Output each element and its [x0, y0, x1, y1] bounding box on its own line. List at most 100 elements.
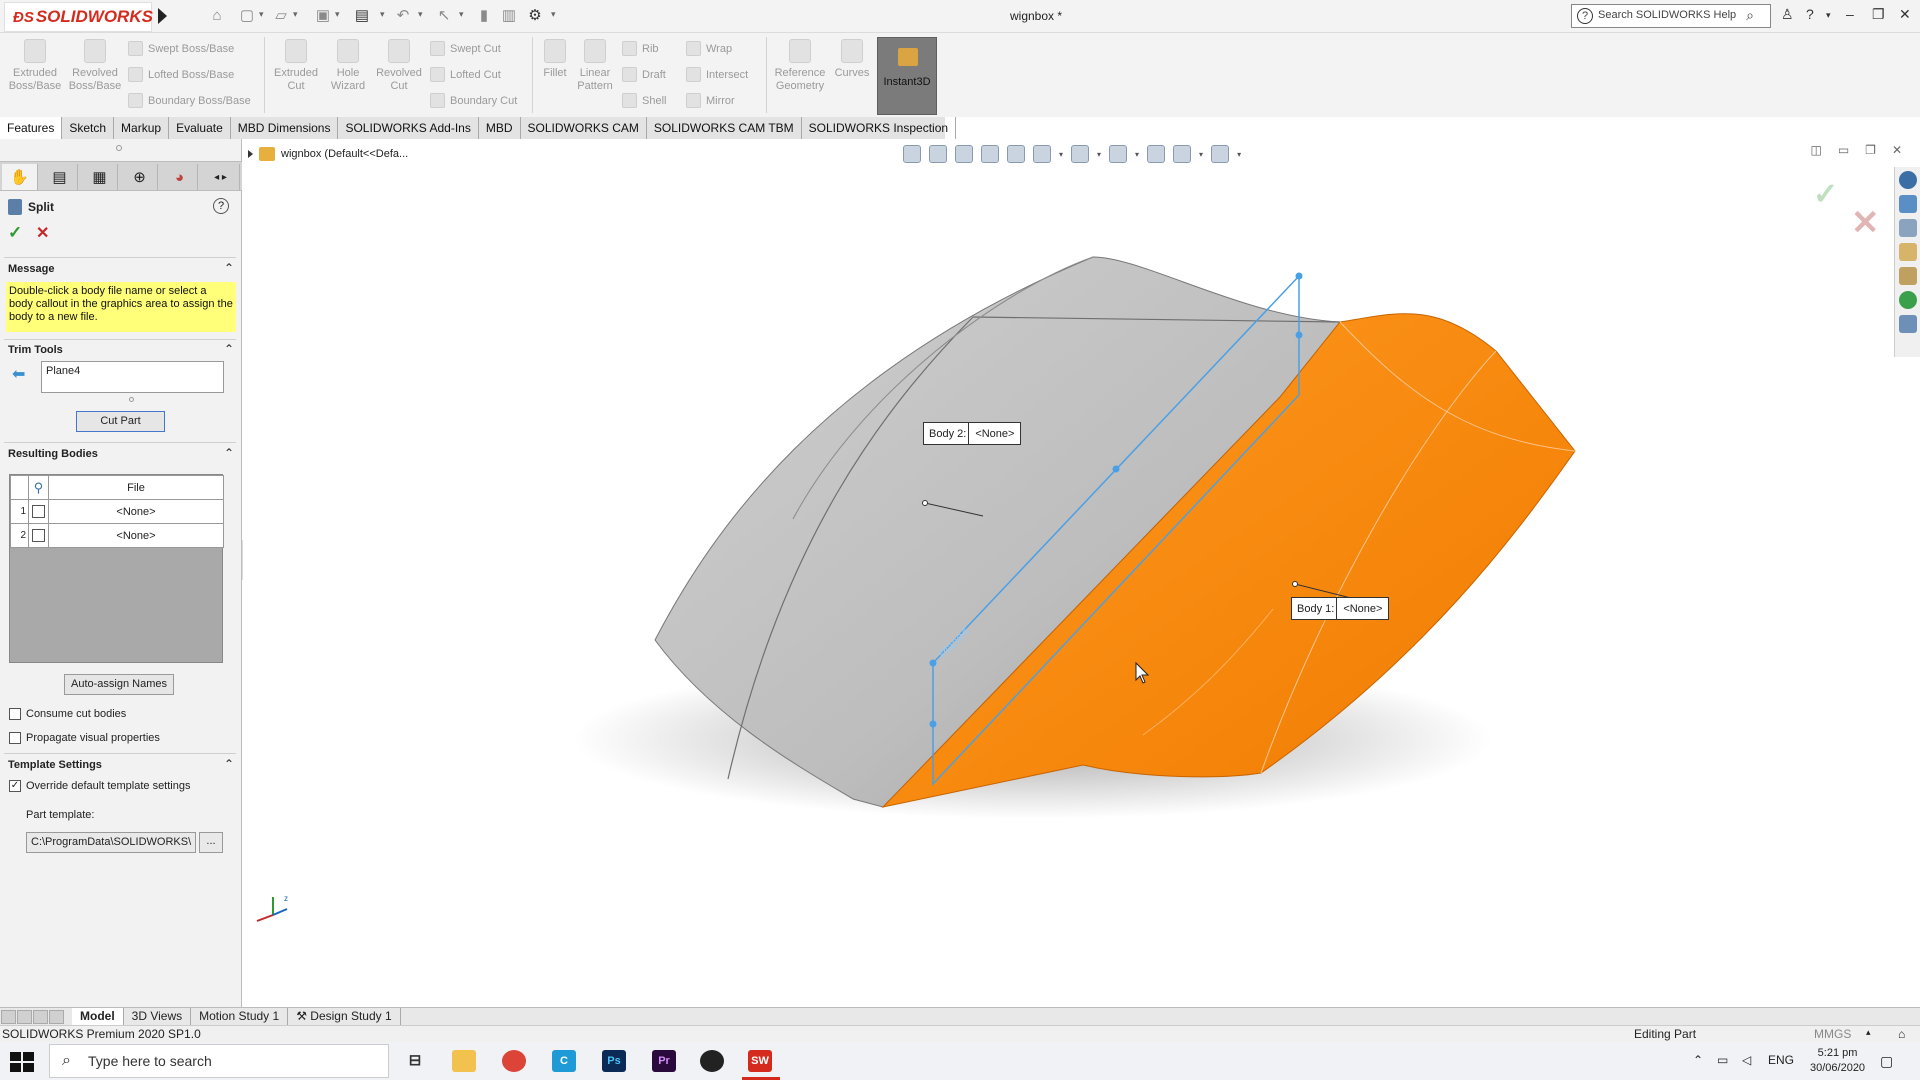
boundary-cut-button[interactable]: Boundary Cut — [430, 93, 517, 108]
reference-geometry-button[interactable]: Reference Geometry — [770, 39, 830, 93]
collapse-chevron-icon[interactable]: ⌃ — [224, 757, 234, 771]
model-graphics[interactable]: Plane4 — [243, 139, 1920, 1007]
extruded-boss-button[interactable]: Extruded Boss/Base — [8, 39, 62, 93]
tab-mbd[interactable]: MBD — [479, 117, 521, 139]
instant3d-button[interactable]: Instant3D — [877, 37, 937, 115]
new-document-icon[interactable]: ▢ — [238, 7, 256, 25]
file-properties-icon[interactable]: ▥ — [500, 7, 518, 25]
previous-view-icon[interactable] — [955, 145, 973, 163]
design-library-icon[interactable] — [1898, 195, 1917, 213]
open-folder-icon[interactable]: ▱ — [272, 7, 290, 25]
status-units[interactable]: MMGS — [1814, 1027, 1851, 1041]
plane-handle[interactable] — [1295, 272, 1303, 280]
tab-markup[interactable]: Markup — [114, 117, 170, 139]
volume-icon[interactable]: ◁ — [1742, 1053, 1751, 1067]
draft-button[interactable]: Draft — [622, 67, 666, 82]
listbox-resize-handle[interactable] — [129, 397, 134, 402]
resulting-bodies-section-header[interactable]: Resulting Bodies ⌃ — [8, 446, 234, 460]
revolved-cut-button[interactable]: Revolved Cut — [374, 39, 424, 93]
row-file-cell[interactable]: <None> — [48, 523, 224, 548]
zoom-to-fit-icon[interactable] — [903, 145, 921, 163]
next-tab-nav-icon[interactable] — [33, 1009, 48, 1024]
solidworks-logo[interactable]: ƉS SOLIDWORKS — [4, 2, 153, 32]
minimize-icon[interactable]: – — [1846, 6, 1854, 22]
close-icon[interactable]: ✕ — [1899, 6, 1911, 23]
chrome-icon[interactable] — [502, 1050, 526, 1072]
tab-solidworks-add-ins[interactable]: SOLIDWORKS Add-Ins — [338, 117, 479, 139]
tab-mbd-dimensions[interactable]: MBD Dimensions — [231, 117, 339, 139]
search-icon[interactable]: ⌕ — [1746, 7, 1754, 24]
graphics-area[interactable]: Plane4 wignbox (Default<<Defa... ▾ ▾ ▾ ▾… — [243, 139, 1920, 1007]
cancel-x-icon[interactable]: ✕ — [36, 223, 49, 243]
select-cursor-icon[interactable]: ↖ — [435, 7, 453, 25]
apply-scene-icon[interactable] — [1173, 145, 1192, 163]
solidworks-resources-icon[interactable] — [1898, 171, 1917, 189]
table-row[interactable]: 1 <None> — [10, 499, 224, 524]
hole-wizard-button[interactable]: Hole Wizard — [324, 39, 372, 93]
tray-overflow-icon[interactable]: ⌃ — [1693, 1053, 1703, 1067]
task-view-icon[interactable]: ⊟ — [403, 1050, 427, 1072]
viewport-restore-icon[interactable]: ❐ — [1865, 143, 1876, 157]
wrap-button[interactable]: Wrap — [686, 41, 732, 56]
select-all-bodies-icon[interactable]: ⚲ — [28, 475, 49, 500]
fillet-button[interactable]: Fillet — [538, 39, 572, 80]
propagate-visual-checkbox[interactable]: Propagate visual properties — [9, 732, 160, 744]
premiere-icon[interactable]: Pr — [652, 1050, 676, 1072]
mirror-button[interactable]: Mirror — [686, 93, 735, 108]
extruded-cut-button[interactable]: Extruded Cut — [270, 39, 322, 93]
tab-solidworks-cam-tbm[interactable]: SOLIDWORKS CAM TBM — [647, 117, 802, 139]
row-checkbox[interactable] — [28, 499, 49, 524]
c-app-icon[interactable]: C — [552, 1050, 576, 1072]
language-indicator[interactable]: ENG — [1768, 1053, 1794, 1067]
body-2-callout-value[interactable]: <None> — [969, 428, 1020, 440]
solidworks-forum-icon[interactable] — [1898, 315, 1917, 333]
last-tab-nav-icon[interactable] — [49, 1009, 64, 1024]
trim-tools-section-header[interactable]: Trim Tools ⌃ — [8, 342, 234, 356]
undo-dropdown-icon[interactable]: ▾ — [418, 9, 423, 20]
section-view-icon[interactable] — [981, 145, 999, 163]
cut-part-button[interactable]: Cut Part — [76, 411, 165, 432]
part-template-path-field[interactable]: C:\ProgramData\SOLIDWORKS\ — [26, 832, 196, 853]
linear-pattern-button[interactable]: Linear Pattern — [574, 39, 616, 93]
scene-dropdown-icon[interactable]: ▾ — [1199, 150, 1203, 159]
status-tooltip-icon[interactable]: ⌂ — [1898, 1027, 1905, 1041]
panel-grip-icon[interactable] — [116, 145, 122, 151]
featuremanager-tab-icon[interactable]: ✋ — [2, 164, 38, 190]
plane-handle[interactable] — [929, 720, 937, 728]
save-dropdown-icon[interactable]: ▾ — [335, 9, 340, 20]
solidworks-taskbar-icon[interactable]: SW — [748, 1050, 772, 1072]
view-settings-dropdown-icon[interactable]: ▾ — [1237, 150, 1241, 159]
row-file-cell[interactable]: <None> — [48, 499, 224, 524]
home-icon[interactable]: ⌂ — [208, 7, 226, 25]
body-2-callout[interactable]: Body 2: <None> — [923, 422, 1022, 445]
help-icon[interactable]: ? — [1806, 6, 1814, 22]
split-view-icon[interactable]: ◫ — [1810, 143, 1821, 157]
dynamic-annotation-icon[interactable] — [1007, 145, 1025, 163]
confirmation-ok-icon[interactable]: ✓ — [1813, 177, 1838, 212]
taskbar-search-input[interactable]: ⌕ Type here to search — [49, 1044, 389, 1078]
network-icon[interactable]: ▭ — [1717, 1053, 1728, 1067]
tab-scroll-arrows-icon[interactable]: ◂ ▸ — [202, 164, 240, 190]
options-gear-icon[interactable]: ⚙ — [526, 7, 544, 25]
zoom-to-area-icon[interactable] — [929, 145, 947, 163]
tab-features[interactable]: Features — [0, 117, 63, 139]
collapse-chevron-icon[interactable]: ⌃ — [224, 261, 234, 275]
file-explorer-icon[interactable] — [452, 1050, 476, 1072]
custom-properties-icon[interactable] — [1898, 291, 1917, 309]
lofted-cut-button[interactable]: Lofted Cut — [430, 67, 501, 82]
propertymanager-tab-icon[interactable]: ▤ — [42, 164, 78, 190]
display-style-icon[interactable] — [1071, 145, 1090, 163]
prev-tab-nav-icon[interactable] — [17, 1009, 32, 1024]
obs-icon[interactable] — [700, 1050, 724, 1072]
split-view-vertical-icon[interactable]: ▭ — [1838, 143, 1849, 157]
units-dropdown-icon[interactable]: ▴ — [1866, 1027, 1871, 1038]
curves-button[interactable]: Curves — [832, 39, 872, 80]
display-style-dropdown-icon[interactable]: ▾ — [1097, 150, 1101, 159]
restore-icon[interactable]: ❐ — [1872, 6, 1885, 23]
confirmation-cancel-icon[interactable]: ✕ — [1851, 203, 1880, 243]
help-dropdown-icon[interactable]: ▾ — [1826, 10, 1831, 21]
configurationmanager-tab-icon[interactable]: ▦ — [82, 164, 118, 190]
pm-help-icon[interactable]: ? — [213, 198, 229, 214]
feature-tree-root[interactable]: wignbox (Default<<Defa... — [248, 147, 408, 161]
tab-model[interactable]: Model — [72, 1007, 124, 1026]
